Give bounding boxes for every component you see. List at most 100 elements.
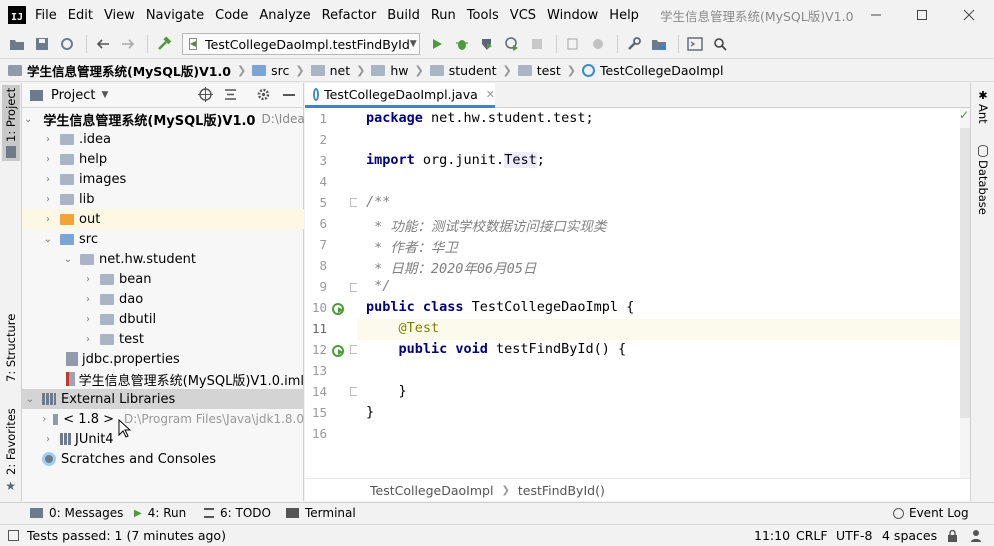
chevron-right-icon[interactable]: › bbox=[42, 174, 54, 185]
tab-structure[interactable]: 7: Structure bbox=[2, 308, 20, 388]
project-structure-icon[interactable] bbox=[648, 33, 670, 55]
tree-item-project-root[interactable]: ⌄ 学生信息管理系统(MySQL版)V1.0 D:\IdeaP bbox=[22, 109, 304, 129]
tree-item-lib[interactable]: › lib bbox=[22, 189, 304, 209]
hide-panel-icon[interactable] bbox=[283, 94, 295, 96]
forward-arrow-icon[interactable] bbox=[117, 33, 139, 55]
breadcrumb-student[interactable]: student bbox=[429, 63, 497, 78]
caret-position[interactable]: 11:10 bbox=[754, 528, 790, 543]
tab-testcollegedaoimpl[interactable]: TestCollegeDaoImpl.java ✕ bbox=[305, 83, 495, 108]
tab-ant[interactable]: ✱ Ant bbox=[974, 89, 992, 129]
tab-event-log[interactable]: Event Log bbox=[893, 506, 969, 520]
tab-todo[interactable]: 6: TODO bbox=[204, 506, 271, 520]
breadcrumb-hw[interactable]: hw bbox=[371, 63, 409, 78]
scrollbar-thumb[interactable] bbox=[960, 128, 970, 418]
panel-toggle-icon[interactable] bbox=[8, 530, 19, 541]
breadcrumb-method[interactable]: testFindById() bbox=[518, 483, 605, 498]
terminal-window-icon[interactable] bbox=[684, 33, 706, 55]
tree-item-idea[interactable]: › .idea bbox=[22, 129, 304, 149]
breadcrumb-class[interactable]: TestCollegeDaoImpl bbox=[370, 483, 493, 498]
menu-file[interactable]: File bbox=[35, 8, 57, 23]
run-test-method-icon[interactable] bbox=[331, 344, 345, 358]
build-hammer-icon[interactable] bbox=[153, 33, 175, 55]
chevron-right-icon[interactable]: › bbox=[82, 314, 94, 325]
indent-setting[interactable]: 4 spaces bbox=[882, 528, 937, 543]
run-icon[interactable] bbox=[426, 33, 448, 55]
gear-icon[interactable] bbox=[256, 87, 271, 106]
tree-item-src[interactable]: ⌄ src bbox=[22, 229, 304, 249]
tree-item-iml[interactable]: 学生信息管理系统(MySQL版)V1.0.iml bbox=[22, 369, 304, 389]
breadcrumb-net[interactable]: net bbox=[310, 63, 350, 78]
menu-analyze[interactable]: Analyze bbox=[259, 8, 310, 23]
chevron-right-icon[interactable]: › bbox=[82, 334, 94, 345]
menu-build[interactable]: Build bbox=[387, 8, 420, 23]
menu-run[interactable]: Run bbox=[431, 8, 456, 23]
tree-item-dao[interactable]: › dao bbox=[22, 289, 304, 309]
breadcrumb-test[interactable]: test bbox=[517, 63, 561, 78]
line-separator[interactable]: CRLF bbox=[796, 528, 828, 543]
sync-icon[interactable] bbox=[56, 33, 78, 55]
chevron-down-icon[interactable]: ▼ bbox=[101, 90, 108, 100]
tree-item-package[interactable]: ⌄ net.hw.student bbox=[22, 249, 304, 269]
menu-edit[interactable]: Edit bbox=[68, 8, 93, 23]
maximize-button[interactable] bbox=[912, 6, 932, 24]
chevron-right-icon[interactable]: › bbox=[42, 414, 47, 425]
chevron-right-icon[interactable]: › bbox=[82, 294, 94, 305]
attach-debugger-icon[interactable] bbox=[562, 33, 584, 55]
open-folder-icon[interactable] bbox=[6, 33, 28, 55]
chevron-down-icon[interactable]: ⌄ bbox=[24, 114, 32, 125]
chevron-right-icon[interactable]: › bbox=[82, 274, 94, 285]
chevron-down-icon[interactable]: ⌄ bbox=[42, 234, 54, 245]
chevron-right-icon[interactable]: › bbox=[42, 434, 54, 445]
tree-item-jdk[interactable]: › < 1.8 > D:\Program Files\Java\jdk1.8.0 bbox=[22, 409, 304, 429]
chevron-right-icon[interactable]: › bbox=[42, 134, 54, 145]
breadcrumb-project[interactable]: 学生信息管理系统(MySQL版)V1.0 bbox=[8, 61, 231, 80]
tree-item-images[interactable]: › images bbox=[22, 169, 304, 189]
stop-icon[interactable] bbox=[526, 33, 548, 55]
menu-code[interactable]: Code bbox=[215, 8, 248, 23]
menu-help[interactable]: Help bbox=[609, 8, 639, 23]
tree-item-scratches[interactable]: Scratches and Consoles bbox=[22, 449, 304, 469]
run-with-coverage-icon[interactable] bbox=[476, 33, 498, 55]
tree-item-out[interactable]: › out bbox=[22, 209, 304, 229]
tab-terminal[interactable]: Terminal bbox=[286, 506, 356, 520]
minimize-button[interactable] bbox=[866, 6, 886, 24]
search-icon[interactable] bbox=[709, 33, 731, 55]
file-encoding[interactable]: UTF-8 bbox=[836, 528, 872, 543]
code-editor[interactable]: package net.hw.student.test; import org.… bbox=[357, 108, 960, 478]
chevron-down-icon[interactable]: ⌄ bbox=[24, 394, 36, 405]
chevron-right-icon[interactable]: › bbox=[42, 194, 54, 205]
close-window-button[interactable] bbox=[959, 6, 979, 24]
inspector-icon[interactable] bbox=[970, 529, 982, 545]
tab-favorites[interactable]: ★ 2: Favorites bbox=[2, 408, 20, 494]
tree-item-help[interactable]: › help bbox=[22, 149, 304, 169]
menu-vcs[interactable]: VCS bbox=[510, 8, 536, 23]
chevron-down-icon[interactable]: ⌄ bbox=[62, 254, 74, 265]
tab-messages[interactable]: 0: Messages bbox=[30, 506, 123, 520]
tree-item-bean[interactable]: › bean bbox=[22, 269, 304, 289]
tree-item-jdbc-properties[interactable]: jdbc.properties bbox=[22, 349, 304, 369]
back-arrow-icon[interactable] bbox=[92, 33, 114, 55]
tab-database[interactable]: Database bbox=[974, 145, 992, 215]
tree-item-external-libraries[interactable]: ⌄ External Libraries bbox=[22, 389, 304, 409]
update-running-icon[interactable] bbox=[587, 33, 609, 55]
tab-run[interactable]: ▶ 4: Run bbox=[134, 506, 186, 520]
chevron-right-icon[interactable]: › bbox=[42, 154, 54, 165]
collapse-all-icon[interactable] bbox=[223, 87, 238, 106]
menu-navigate[interactable]: Navigate bbox=[146, 8, 204, 23]
tree-item-dbutil[interactable]: › dbutil bbox=[22, 309, 304, 329]
debug-icon[interactable] bbox=[451, 33, 473, 55]
close-tab-icon[interactable]: ✕ bbox=[486, 88, 495, 101]
profile-icon[interactable] bbox=[501, 33, 523, 55]
lock-icon[interactable] bbox=[947, 529, 958, 545]
settings-wrench-icon[interactable] bbox=[623, 33, 645, 55]
run-test-class-icon[interactable] bbox=[331, 302, 345, 316]
run-configuration-select[interactable]: ◀ TestCollegeDaoImpl.testFindById ▼ bbox=[182, 33, 420, 55]
chevron-right-icon[interactable]: › bbox=[42, 214, 54, 225]
menu-tools[interactable]: Tools bbox=[467, 8, 499, 23]
tab-project[interactable]: 1: Project bbox=[2, 85, 20, 161]
project-view-select[interactable]: Project bbox=[51, 88, 95, 103]
save-icon[interactable] bbox=[31, 33, 53, 55]
menu-view[interactable]: View bbox=[104, 8, 135, 23]
menu-window[interactable]: Window bbox=[547, 8, 598, 23]
menu-refactor[interactable]: Refactor bbox=[322, 8, 377, 23]
